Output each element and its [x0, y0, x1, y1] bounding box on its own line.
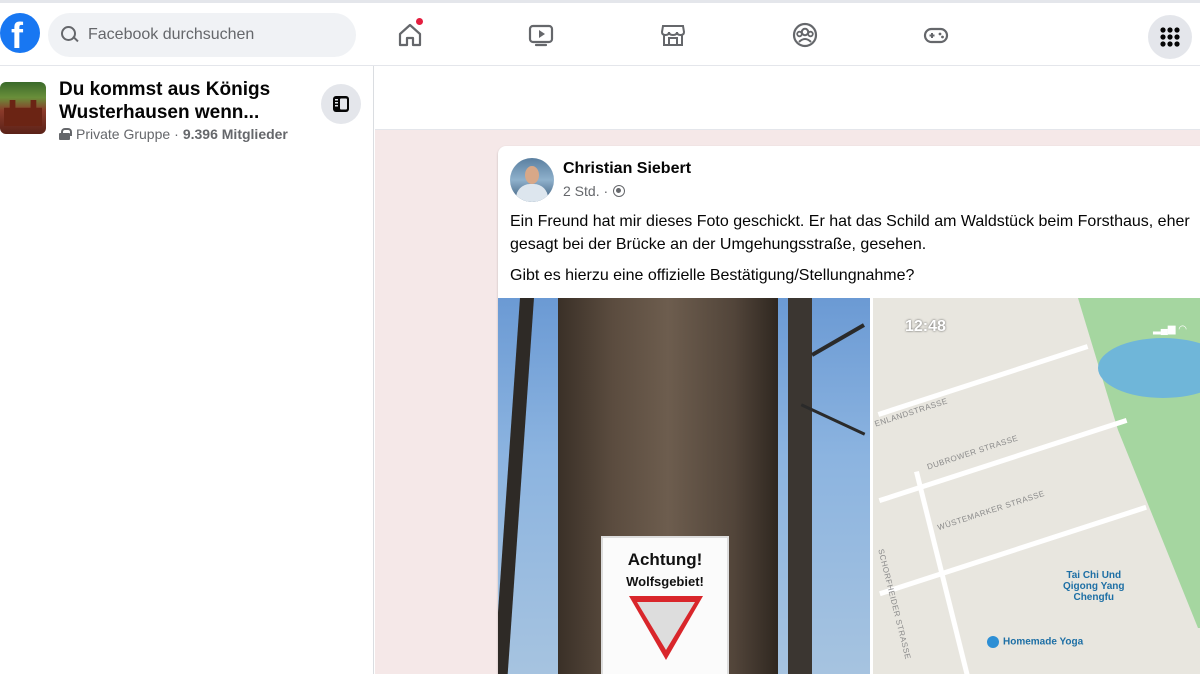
castle-image — [4, 100, 42, 126]
group-cover-thumbnail[interactable] — [0, 82, 46, 134]
post-timestamp: 2 Std. · — [563, 183, 626, 199]
sign-title: Achtung! — [627, 550, 703, 569]
search-icon — [60, 25, 80, 45]
audience-icon — [613, 185, 626, 197]
marketplace-icon — [660, 25, 686, 46]
post-text-paragraph-1: Ein Freund hat mir dieses Foto geschickt… — [510, 213, 1190, 253]
left-sidebar — [0, 66, 374, 674]
top-navigation-bar: f — [0, 0, 1200, 66]
post-time-text[interactable]: 2 Std. · — [563, 183, 608, 199]
search-bar[interactable] — [48, 13, 356, 57]
warning-sign: Achtung! Wolfsgebiet! — [601, 536, 729, 674]
poi-line: Chengfu — [1073, 592, 1115, 603]
phone-status-time: 12:48 — [905, 318, 946, 335]
street-label: WÜSTEMARKER STRASSE — [936, 488, 1046, 533]
tree-left — [498, 298, 534, 674]
wolf-image — [637, 602, 695, 650]
main-header-area — [375, 66, 1200, 130]
video-tab[interactable] — [523, 17, 559, 53]
notification-dot — [415, 17, 424, 26]
post-text-paragraph-2: Gibt es hierzu eine offizielle Bestätigu… — [510, 267, 915, 284]
marketplace-tab[interactable] — [655, 17, 691, 53]
sidebar-panel-icon — [333, 96, 349, 112]
search-input[interactable] — [88, 26, 328, 44]
map-road — [877, 344, 1089, 417]
author-avatar[interactable] — [510, 158, 554, 202]
grid-menu-icon — [1160, 27, 1180, 47]
toggle-sidebar-button[interactable] — [321, 84, 361, 124]
home-tab[interactable] — [392, 17, 428, 53]
group-privacy: Private Gruppe — [76, 126, 171, 142]
group-member-count[interactable]: 9.396 Mitglieder — [183, 126, 288, 142]
group-name[interactable]: Du kommst aus Königs Wusterhausen wenn..… — [59, 78, 309, 124]
post-body: Ein Freund hat mir dieses Foto geschickt… — [510, 210, 1200, 295]
map-pin-icon — [987, 636, 999, 648]
branch — [811, 323, 865, 357]
poi-label: Homemade Yoga — [1003, 636, 1084, 648]
avatar-shoulders — [516, 184, 548, 202]
lock-icon — [59, 128, 72, 140]
poi-line: Qigong Yang — [1063, 581, 1125, 592]
facebook-logo[interactable]: f — [0, 13, 40, 53]
poi-tai-chi: Tai Chi Und Qigong Yang Chengfu — [1063, 570, 1124, 603]
map-road — [878, 417, 1128, 504]
street-label: SCHORFHEIDER STRASSE — [876, 548, 913, 661]
feed-post: Christian Siebert 2 Std. · Ein Freund ha… — [498, 146, 1200, 674]
post-photo-tree-sign[interactable]: Achtung! Wolfsgebiet! — [498, 298, 870, 674]
poi-line: Tai Chi Und — [1066, 570, 1122, 581]
avatar-head — [525, 166, 539, 184]
poi-homemade-yoga: Homemade Yoga — [987, 636, 1083, 648]
post-author[interactable]: Christian Siebert — [563, 160, 691, 178]
signal-icon: ▂▄▆ ◠ — [1153, 324, 1187, 335]
post-photo-map[interactable]: 12:48 ▂▄▆ ◠ ENLANDSTRASSE DUBROWER STRAS… — [873, 298, 1200, 674]
facebook-logo-letter: f — [11, 15, 23, 53]
street-label: DUBROWER STRASSE — [925, 433, 1020, 472]
menu-button[interactable] — [1148, 15, 1192, 59]
gaming-icon — [923, 27, 949, 44]
video-icon — [528, 24, 554, 47]
group-meta: Private Gruppe · 9.396 Mitglieder — [59, 126, 288, 142]
gaming-tab[interactable] — [918, 17, 954, 53]
meta-separator: · — [174, 126, 179, 142]
groups-icon — [792, 22, 818, 48]
groups-tab[interactable] — [787, 17, 823, 53]
tree-right — [788, 298, 812, 674]
sign-subtitle: Wolfsgebiet! — [626, 574, 704, 589]
